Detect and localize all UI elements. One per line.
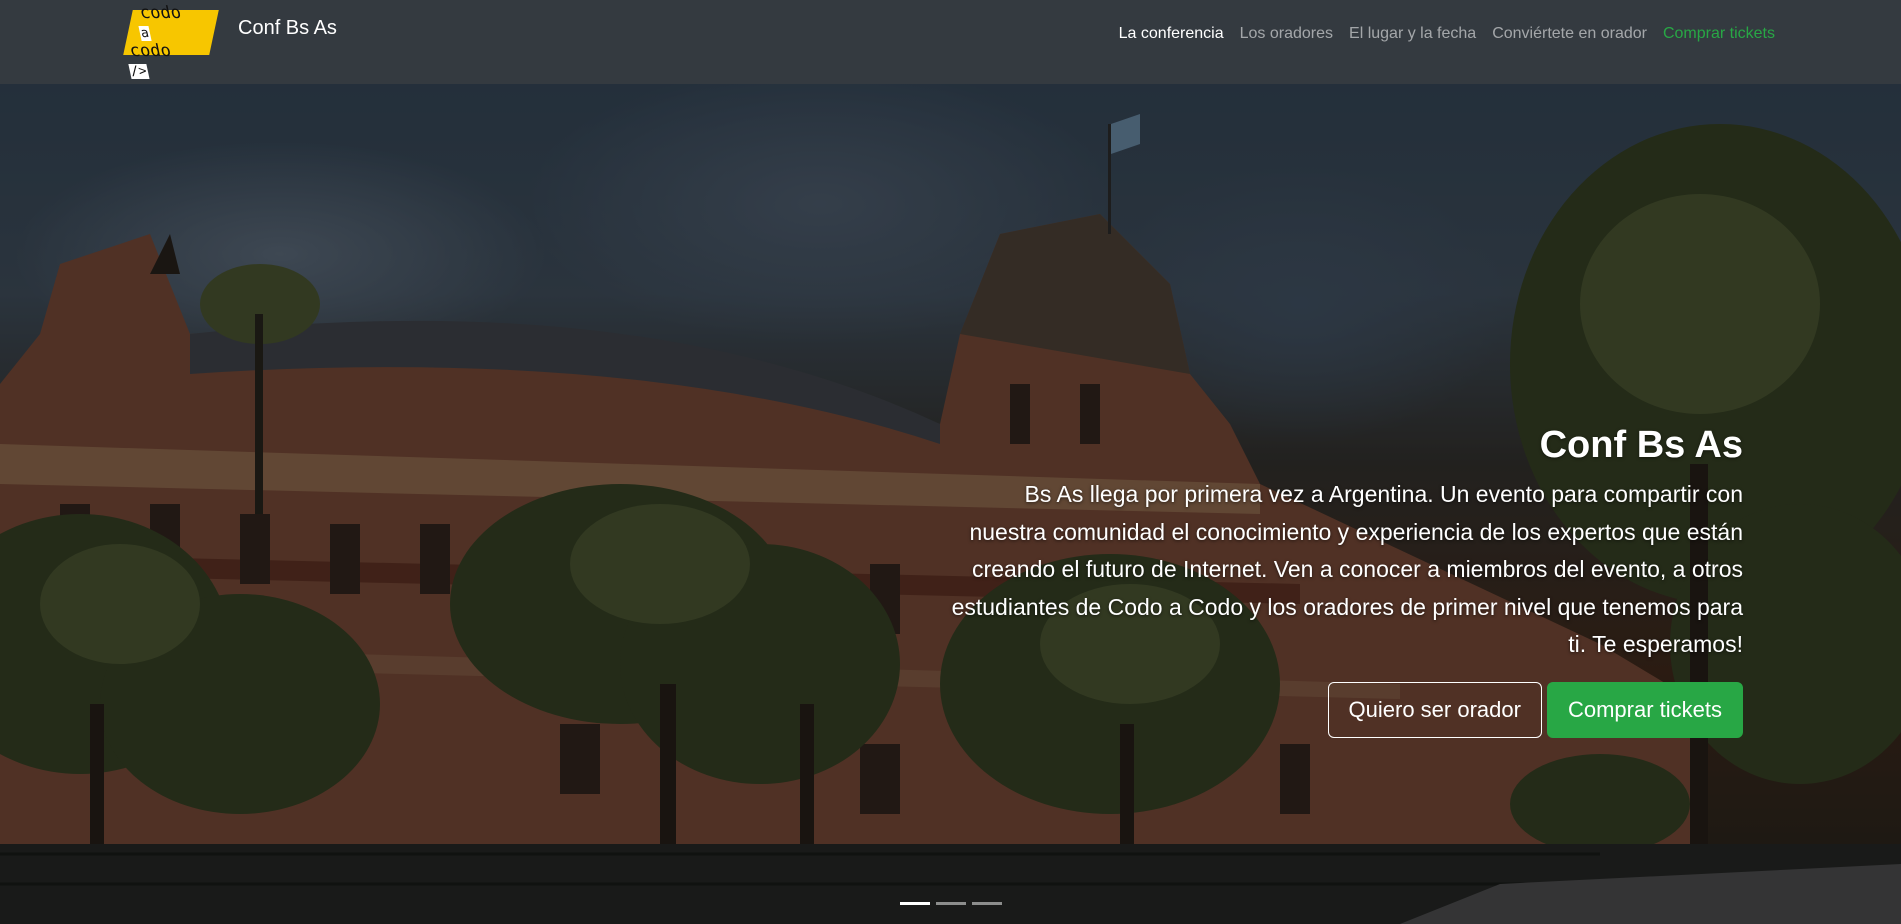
- hero-buttons: Quiero ser orador Comprar tickets: [943, 681, 1743, 738]
- hero-description: Bs As llega por primera vez a Argentina.…: [951, 481, 1743, 657]
- hero-caption: Conf Bs As Bs As llega por primera vez a…: [943, 422, 1743, 738]
- carousel-indicator-1[interactable]: [900, 902, 930, 905]
- top-navbar: <codoa codo/> Conf Bs As La conferencia …: [0, 0, 1901, 84]
- nav-link-los-oradores[interactable]: Los oradores: [1232, 24, 1341, 44]
- codo-a-codo-logo: <codoa codo/>: [123, 0, 219, 79]
- nav-link-comprar-tickets[interactable]: Comprar tickets: [1655, 24, 1783, 44]
- nav-link-conviertete-en-orador[interactable]: Conviértete en orador: [1484, 24, 1655, 44]
- carousel-indicator-2[interactable]: [936, 902, 966, 905]
- quiero-ser-orador-button[interactable]: Quiero ser orador: [1327, 681, 1542, 738]
- brand-link[interactable]: <codoa codo/> Conf Bs As: [123, 0, 337, 79]
- nav-link-la-conferencia[interactable]: La conferencia: [1111, 24, 1232, 44]
- hero-title: Conf Bs As: [1539, 424, 1743, 466]
- carousel-indicators: [900, 902, 1002, 905]
- nav-link-lugar-y-fecha[interactable]: El lugar y la fecha: [1341, 24, 1484, 44]
- nav-links: La conferencia Los oradores El lugar y l…: [1111, 24, 1783, 44]
- carousel-indicator-3[interactable]: [972, 902, 1002, 905]
- hero-carousel: Conf Bs As Bs As llega por primera vez a…: [0, 84, 1901, 924]
- brand-name[interactable]: Conf Bs As: [238, 17, 337, 40]
- comprar-tickets-button[interactable]: Comprar tickets: [1546, 681, 1743, 738]
